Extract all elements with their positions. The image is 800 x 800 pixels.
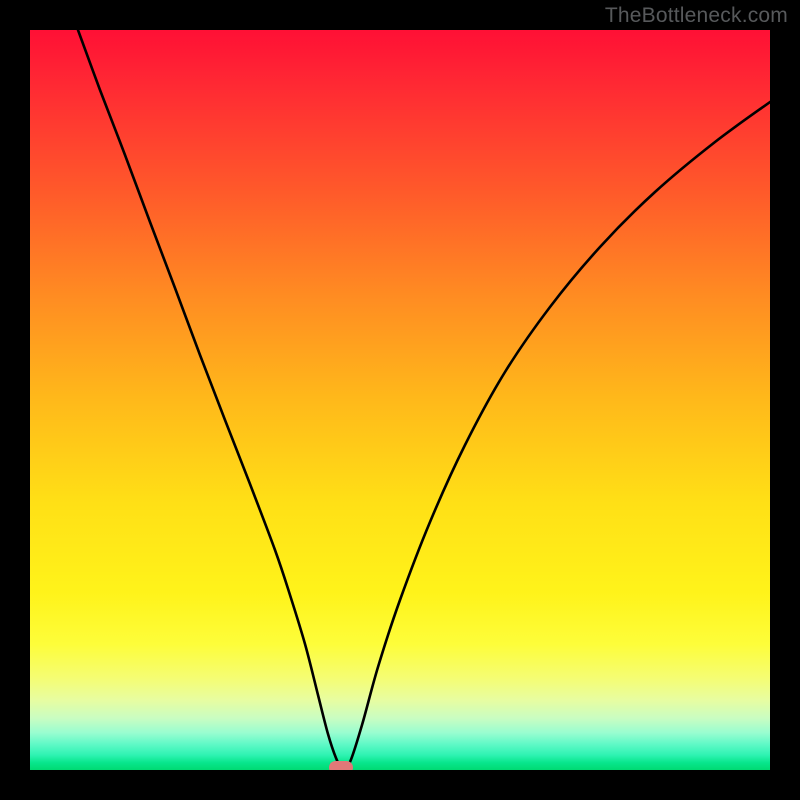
bottleneck-curve — [30, 30, 770, 770]
minimum-marker — [329, 761, 353, 770]
watermark-text: TheBottleneck.com — [605, 4, 788, 28]
plot-area — [30, 30, 770, 770]
